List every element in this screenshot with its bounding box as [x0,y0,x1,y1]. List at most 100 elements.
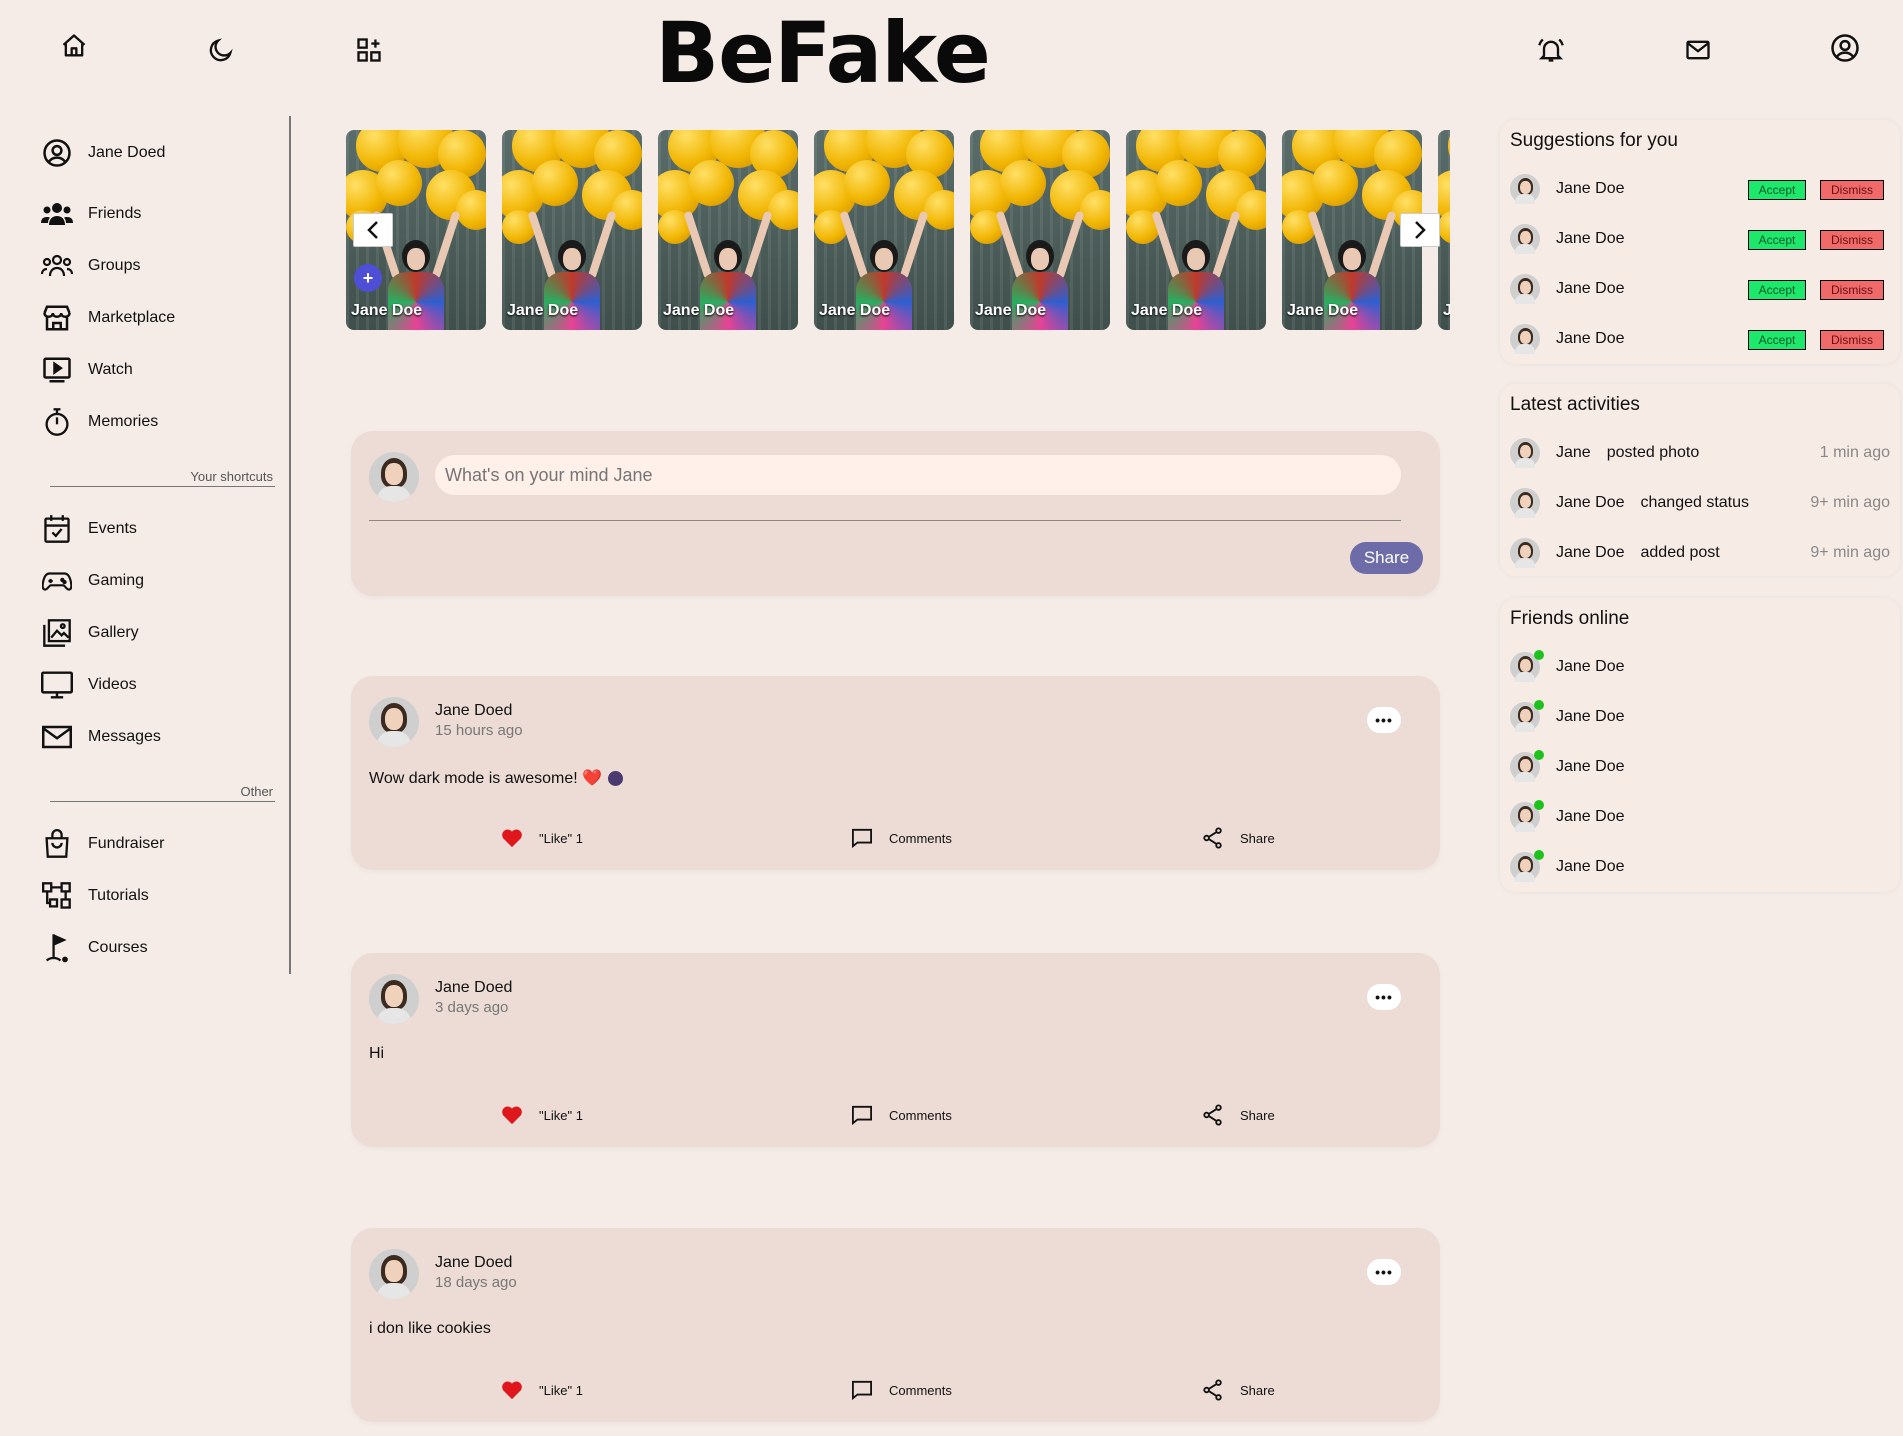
avatar[interactable] [1510,224,1540,254]
user-circle-icon[interactable] [1828,31,1862,65]
grid-plus-icon[interactable] [352,33,386,67]
avatar[interactable] [1510,174,1540,204]
sidebar-item-profile[interactable]: Jane Doed [40,133,165,173]
post-time: 15 hours ago [435,722,523,739]
avatar[interactable] [1510,650,1544,682]
dismiss-button[interactable]: Dismiss [1820,180,1884,200]
online-friend-name[interactable]: Jane Doe [1556,658,1625,676]
dismiss-button[interactable]: Dismiss [1820,230,1884,250]
share-post-button[interactable]: Share [1202,826,1275,850]
like-button[interactable]: "Like" 1 [501,1378,583,1402]
sidebar-item-groups[interactable]: Groups [40,246,140,286]
sidebar-item-videos[interactable]: Videos [40,665,137,705]
story-card[interactable]: Jane Doe [814,130,954,330]
story-name: Jane Doe [1131,302,1203,319]
story-name: Jane Doe [819,302,891,319]
comments-label: Comments [889,830,952,846]
moon-icon[interactable] [204,33,238,67]
avatar[interactable] [1510,850,1544,882]
sidebar-item-label: Events [88,520,137,537]
sidebar-item-memories[interactable]: Memories [40,402,158,442]
online-friend-name[interactable]: Jane Doe [1556,858,1625,876]
comments-button[interactable]: Comments [851,1378,952,1402]
story-card[interactable]: Jane Doe [658,130,798,330]
more-options-button[interactable]: ••• [1367,1259,1401,1285]
add-story-button[interactable]: + [354,264,382,292]
story-card[interactable]: Jane Doe [1126,130,1266,330]
sidebar-item-watch[interactable]: Watch [40,350,133,390]
online-friend-name[interactable]: Jane Doe [1556,808,1625,826]
like-button[interactable]: "Like" 1 [501,1103,583,1127]
accept-button[interactable]: Accept [1748,280,1806,300]
stopwatch-icon [40,405,74,439]
online-friend-row[interactable]: Jane Doe [1510,800,1890,834]
activity-action: posted photo [1606,444,1700,461]
avatar[interactable] [1510,800,1544,832]
activity-name[interactable]: Jane Doe [1556,494,1625,512]
story-card[interactable]: Jane Doe [502,130,642,330]
avatar[interactable] [1510,488,1540,518]
brand-logo[interactable]: BeFake [623,4,1023,102]
sidebar-item-events[interactable]: Events [40,509,137,549]
accept-button[interactable]: Accept [1748,180,1806,200]
story-card[interactable]: Jane Doe [970,130,1110,330]
bell-icon[interactable] [1534,33,1568,67]
dismiss-button[interactable]: Dismiss [1820,330,1884,350]
avatar[interactable] [1510,750,1544,782]
mail-icon[interactable] [1681,33,1715,67]
post-time: 18 days ago [435,1274,517,1291]
suggestion-name[interactable]: Jane Doe [1556,180,1625,198]
online-friend-row[interactable]: Jane Doe [1510,850,1890,884]
post-author[interactable]: Jane Doed [435,702,512,720]
online-friend-row[interactable]: Jane Doe [1510,750,1890,784]
avatar[interactable] [1510,700,1544,732]
online-friend-row[interactable]: Jane Doe [1510,700,1890,734]
activity-name[interactable]: Jane Doe [1556,544,1625,562]
avatar[interactable] [1510,324,1540,354]
post-input[interactable] [435,455,1401,495]
sidebar-item-tutorials[interactable]: Tutorials [40,876,149,916]
avatar[interactable] [369,1249,419,1299]
sidebar-item-courses[interactable]: Courses [40,928,148,968]
stories-prev-button[interactable] [353,213,393,247]
online-friend-row[interactable]: Jane Doe [1510,650,1890,684]
comments-button[interactable]: Comments [851,1103,952,1127]
post-author[interactable]: Jane Doed [435,1254,512,1272]
more-options-button[interactable]: ••• [1367,707,1401,733]
share-post-button[interactable]: Share [1202,1378,1275,1402]
accept-button[interactable]: Accept [1748,330,1806,350]
suggestion-name[interactable]: Jane Doe [1556,230,1625,248]
sidebar-item-label: Watch [88,361,133,378]
share-button[interactable]: Share [1350,542,1423,574]
avatar[interactable] [1510,538,1540,568]
sidebar-item-gaming[interactable]: Gaming [40,561,144,601]
more-options-button[interactable]: ••• [1367,984,1401,1010]
share-icon [1202,1104,1224,1126]
accept-button[interactable]: Accept [1748,230,1806,250]
sidebar-item-fundraiser[interactable]: Fundraiser [40,824,164,864]
dismiss-button[interactable]: Dismiss [1820,280,1884,300]
avatar[interactable] [369,697,419,747]
online-status-dot [1534,700,1544,710]
avatar[interactable] [1510,438,1540,468]
avatar[interactable] [369,452,419,502]
online-friend-name[interactable]: Jane Doe [1556,758,1625,776]
home-icon[interactable] [57,29,91,63]
suggestion-name[interactable]: Jane Doe [1556,280,1625,298]
monitor-icon [40,668,74,702]
post-author[interactable]: Jane Doed [435,979,512,997]
left-sidebar: Jane Doed Friends Groups Marketplace Wat… [0,116,291,974]
online-friend-name[interactable]: Jane Doe [1556,708,1625,726]
stories-next-button[interactable] [1400,213,1440,247]
sidebar-item-gallery[interactable]: Gallery [40,613,139,653]
suggestion-name[interactable]: Jane Doe [1556,330,1625,348]
sidebar-item-friends[interactable]: Friends [40,194,141,234]
share-post-button[interactable]: Share [1202,1103,1275,1127]
comments-button[interactable]: Comments [851,826,952,850]
sidebar-item-messages[interactable]: Messages [40,717,161,757]
avatar[interactable] [1510,274,1540,304]
like-button[interactable]: "Like" 1 [501,826,583,850]
avatar[interactable] [369,974,419,1024]
activity-name[interactable]: Jane [1556,444,1591,462]
sidebar-item-marketplace[interactable]: Marketplace [40,298,175,338]
